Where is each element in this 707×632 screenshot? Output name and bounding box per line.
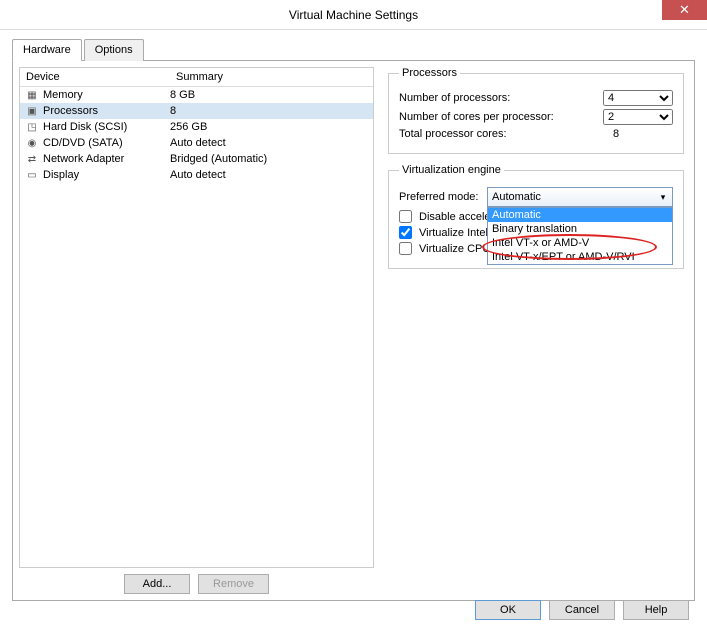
cancel-button[interactable]: Cancel [549, 600, 615, 620]
virtualize-intel-label: Virtualize Intel [419, 227, 488, 239]
ok-button[interactable]: OK [475, 600, 541, 620]
tab-body: Device Summary ▦Memory8 GB▣Processors8◳H… [12, 61, 695, 601]
titlebar: Virtual Machine Settings ✕ [0, 0, 707, 30]
combo-option-vtx-ept[interactable]: Intel VT-x/EPT or AMD-V/RVI [488, 250, 672, 264]
device-row[interactable]: ◉CD/DVD (SATA) Auto detect [20, 135, 373, 151]
memory-icon: ▦ [24, 88, 40, 102]
preferred-mode-dropdown: Automatic Binary translation Intel VT-x … [487, 207, 673, 265]
tab-strip: Hardware Options [12, 38, 695, 61]
device-row[interactable]: ▭Display Auto detect [20, 167, 373, 183]
tab-options[interactable]: Options [84, 39, 144, 61]
chevron-down-icon: ▾ [656, 190, 670, 204]
virtualize-cpu-checkbox[interactable] [399, 242, 412, 255]
device-summary: Bridged (Automatic) [170, 153, 369, 165]
total-cores-value: 8 [613, 128, 673, 140]
disk-icon: ◳ [24, 120, 40, 134]
combo-option-binary[interactable]: Binary translation [488, 222, 672, 236]
virt-engine-legend: Virtualization engine [399, 164, 504, 176]
preferred-mode-select[interactable]: Automatic ▾ [487, 187, 673, 207]
device-name: Hard Disk (SCSI) [43, 121, 127, 133]
processors-legend: Processors [399, 67, 460, 79]
combo-option-automatic[interactable]: Automatic [488, 208, 672, 222]
device-name: Processors [43, 105, 98, 117]
close-button[interactable]: ✕ [662, 0, 707, 20]
help-button[interactable]: Help [623, 600, 689, 620]
content-area: Hardware Options Device Summary ▦Memory 8… [0, 30, 707, 632]
total-cores-label: Total processor cores: [399, 128, 613, 140]
net-icon: ⇄ [24, 152, 40, 166]
device-row[interactable]: ▦Memory 8 GB [20, 87, 373, 103]
device-row[interactable]: ▣Processors 8 [20, 103, 373, 119]
device-name: Network Adapter [43, 153, 124, 165]
num-processors-label: Number of processors: [399, 92, 603, 104]
disable-accel-checkbox[interactable] [399, 210, 412, 223]
device-summary: 8 GB [170, 89, 369, 101]
cpu-icon: ▣ [24, 104, 40, 118]
display-icon: ▭ [24, 168, 40, 182]
preferred-mode-value: Automatic [492, 191, 541, 203]
disable-accel-label: Disable accele [419, 211, 491, 223]
device-summary: Auto detect [170, 169, 369, 181]
add-button[interactable]: Add... [124, 574, 190, 594]
device-buttons: Add... Remove [19, 568, 374, 594]
cd-icon: ◉ [24, 136, 40, 150]
device-name: Memory [43, 89, 83, 101]
tab-hardware[interactable]: Hardware [12, 39, 82, 61]
combo-option-vtx[interactable]: Intel VT-x or AMD-V [488, 236, 672, 250]
device-list-header: Device Summary [20, 68, 373, 87]
window-title: Virtual Machine Settings [289, 8, 418, 22]
device-name: Display [43, 169, 79, 181]
col-summary: Summary [170, 68, 373, 86]
device-row[interactable]: ◳Hard Disk (SCSI) 256 GB [20, 119, 373, 135]
processors-group: Processors Number of processors: 4 Numbe… [388, 67, 684, 154]
col-device: Device [20, 68, 170, 86]
cores-per-processor-select[interactable]: 2 [603, 109, 673, 125]
right-column: Processors Number of processors: 4 Numbe… [384, 67, 688, 594]
virt-engine-group: Virtualization engine Preferred mode: Au… [388, 164, 684, 269]
close-icon: ✕ [679, 2, 690, 18]
left-column: Device Summary ▦Memory 8 GB ▣Processors 8 ◳H… [19, 67, 374, 594]
cores-per-processor-label: Number of cores per processor: [399, 111, 603, 123]
virtualize-cpu-label: Virtualize CPU [419, 243, 490, 255]
virtualize-intel-checkbox[interactable] [399, 226, 412, 239]
device-list[interactable]: Device Summary ▦Memory 8 GB ▣Processors 8 ◳H… [19, 67, 374, 568]
device-summary: 256 GB [170, 121, 369, 133]
num-processors-select[interactable]: 4 [603, 90, 673, 106]
preferred-mode-label: Preferred mode: [399, 191, 487, 203]
device-summary: 8 [170, 105, 369, 117]
device-summary: Auto detect [170, 137, 369, 149]
device-name: CD/DVD (SATA) [43, 137, 123, 149]
device-row[interactable]: ⇄Network Adapter Bridged (Automatic) [20, 151, 373, 167]
remove-button[interactable]: Remove [198, 574, 269, 594]
dialog-buttons: OK Cancel Help [475, 600, 689, 620]
